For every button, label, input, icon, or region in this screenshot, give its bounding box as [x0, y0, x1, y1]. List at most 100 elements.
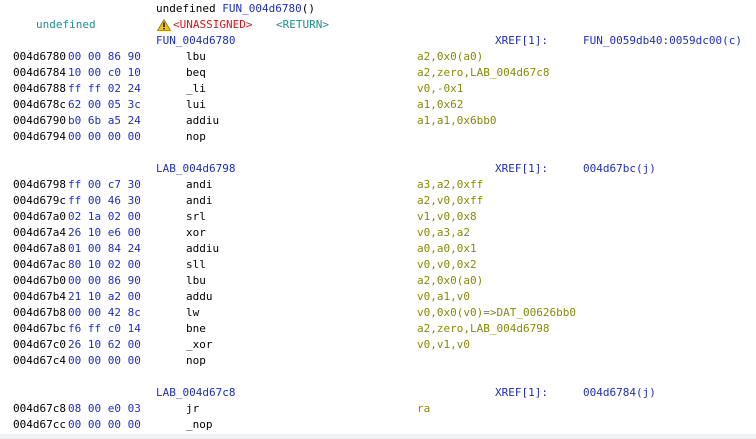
instruction-address[interactable]: 004d67a0 — [13, 209, 66, 225]
instruction-address[interactable]: 004d67c4 — [13, 353, 66, 369]
instruction-address[interactable]: 004d679c — [13, 193, 66, 209]
xref-target[interactable]: 004d67bc(j) — [583, 161, 656, 177]
label-row[interactable]: FUN_004d6780 XREF[1]: FUN_0059db40:0059dc0… — [0, 33, 756, 49]
instruction-row[interactable]: 004d6784 10 00 c0 10 beq a2,zero,LAB_004d67… — [0, 65, 756, 81]
instruction-address[interactable]: 004d678c — [13, 97, 66, 113]
instruction-bytes: ff 00 c7 30 — [68, 178, 141, 191]
code-label[interactable]: LAB_004d67c8 — [156, 385, 235, 401]
instruction-mnemonic[interactable]: _nop — [186, 417, 213, 433]
function-signature-row[interactable]: undefined FUN_004d6780() — [0, 1, 756, 17]
instruction-mnemonic[interactable]: beq — [186, 65, 206, 81]
instruction-mnemonic[interactable]: xor — [186, 225, 206, 241]
instruction-mnemonic[interactable]: addiu — [186, 113, 219, 129]
instruction-bytes: 00 00 86 90 — [68, 50, 141, 63]
instruction-mnemonic[interactable]: andi — [186, 177, 213, 193]
return-row[interactable]: undefined <UNASSIGNED> <RETURN> — [0, 17, 756, 33]
instruction-address[interactable]: 004d67c0 — [13, 337, 66, 353]
instruction-address[interactable]: 004d67a8 — [13, 241, 66, 257]
instruction-operands[interactable]: v0,a3,a2 — [417, 225, 470, 241]
instruction-bytes: ff 00 46 30 — [68, 194, 141, 207]
instruction-operands[interactable]: a1,a1,0x6bb0 — [417, 113, 496, 129]
instruction-row[interactable]: 004d67a8 01 00 84 24 addiu a0,a0,0x1 — [0, 241, 756, 257]
instruction-row[interactable]: 004d67b4 21 10 a2 00 addu v0,a1,v0 — [0, 289, 756, 305]
instruction-mnemonic[interactable]: _xor — [186, 337, 213, 353]
instruction-address[interactable]: 004d67bc — [13, 321, 66, 337]
instruction-bytes: 26 10 e6 00 — [68, 226, 141, 239]
instruction-operands[interactable]: ra — [417, 401, 430, 417]
instruction-mnemonic[interactable]: nop — [186, 129, 206, 145]
instruction-row[interactable]: 004d67a0 02 1a 02 00 srl v1,v0,0x8 — [0, 209, 756, 225]
instruction-operands[interactable]: v0,-0x1 — [417, 81, 463, 97]
instruction-operands[interactable]: v0,0x0(v0)=>DAT_00626bb0 — [417, 305, 576, 321]
instruction-row[interactable]: 004d6790 b0 6b a5 24 addiu a1,a1,0x6bb0 — [0, 113, 756, 129]
signature-function-name[interactable]: FUN_004d6780 — [222, 2, 301, 15]
instruction-mnemonic[interactable]: srl — [186, 209, 206, 225]
instruction-row[interactable]: 004d678c 62 00 05 3c lui a1,0x62 — [0, 97, 756, 113]
instruction-address[interactable]: 004d67b8 — [13, 305, 66, 321]
instruction-operands[interactable]: a0,a0,0x1 — [417, 241, 477, 257]
instruction-row[interactable]: 004d67a4 26 10 e6 00 xor v0,a3,a2 — [0, 225, 756, 241]
instruction-row[interactable]: 004d67c8 08 00 e0 03 jr ra — [0, 401, 756, 417]
instruction-address[interactable]: 004d6790 — [13, 113, 66, 129]
instruction-row[interactable]: 004d6794 00 00 00 00 nop — [0, 129, 756, 145]
instruction-address[interactable]: 004d6798 — [13, 177, 66, 193]
instruction-address[interactable]: 004d67b4 — [13, 289, 66, 305]
code-label[interactable]: FUN_004d6780 — [156, 33, 235, 49]
instruction-mnemonic[interactable]: andi — [186, 193, 213, 209]
instruction-operands[interactable]: a2,0x0(a0) — [417, 273, 483, 289]
instruction-address[interactable]: 004d6780 — [13, 49, 66, 65]
instruction-mnemonic[interactable]: lbu — [186, 273, 206, 289]
code-label[interactable]: LAB_004d6798 — [156, 161, 235, 177]
label-row[interactable]: LAB_004d6798 XREF[1]: 004d67bc(j) — [0, 161, 756, 177]
instruction-bytes: 00 00 42 8c — [68, 306, 141, 319]
instruction-row[interactable]: 004d67cc 00 00 00 00 _nop — [0, 417, 756, 433]
instruction-address[interactable]: 004d6784 — [13, 65, 66, 81]
instruction-operands[interactable]: v0,a1,v0 — [417, 289, 470, 305]
instruction-row[interactable]: 004d6780 00 00 86 90 lbu a2,0x0(a0) — [0, 49, 756, 65]
instruction-mnemonic[interactable]: addiu — [186, 241, 219, 257]
instruction-operands[interactable]: a1,0x62 — [417, 97, 463, 113]
instruction-row[interactable]: 004d67b8 00 00 42 8c lw v0,0x0(v0)=>DAT_006… — [0, 305, 756, 321]
instruction-row[interactable]: 004d67b0 00 00 86 90 lbu a2,0x0(a0) — [0, 273, 756, 289]
instruction-mnemonic[interactable]: bne — [186, 321, 206, 337]
instruction-row[interactable]: 004d67ac 80 10 02 00 sll v0,v0,0x2 — [0, 257, 756, 273]
instruction-mnemonic[interactable]: nop — [186, 353, 206, 369]
instruction-operands[interactable]: v0,v1,v0 — [417, 337, 470, 353]
instruction-row[interactable]: 004d679c ff 00 46 30 andi a2,v0,0xff — [0, 193, 756, 209]
instruction-address[interactable]: 004d67cc — [13, 417, 66, 433]
instruction-mnemonic[interactable]: sll — [186, 257, 206, 273]
instruction-row[interactable]: 004d67bc f6 ff c0 14 bne a2,zero,LAB_004d67… — [0, 321, 756, 337]
instruction-row[interactable]: 004d67c0 26 10 62 00 _xor v0,v1,v0 — [0, 337, 756, 353]
instruction-row[interactable]: 004d67c4 00 00 00 00 nop — [0, 353, 756, 369]
signature-prefix: undefined — [156, 2, 223, 15]
instruction-address[interactable]: 004d6788 — [13, 81, 66, 97]
instruction-operands[interactable]: a2,v0,0xff — [417, 193, 483, 209]
instruction-row[interactable]: 004d6788 ff ff 02 24 _li v0,-0x1 — [0, 81, 756, 97]
instruction-mnemonic[interactable]: addu — [186, 289, 213, 305]
instruction-address[interactable]: 004d67b0 — [13, 273, 66, 289]
xref-target[interactable]: 004d6784(j) — [583, 385, 656, 401]
instruction-operands[interactable]: a2,zero,LAB_004d6798 — [417, 321, 549, 337]
instruction-mnemonic[interactable]: _li — [186, 81, 206, 97]
instruction-address[interactable]: 004d67ac — [13, 257, 66, 273]
return-type: undefined — [36, 18, 96, 31]
horizontal-scrollbar[interactable] — [0, 434, 756, 439]
instruction-operands[interactable]: v0,v0,0x2 — [417, 257, 477, 273]
label-row[interactable]: LAB_004d67c8 XREF[1]: 004d6784(j) — [0, 385, 756, 401]
instruction-bytes: 21 10 a2 00 — [68, 290, 141, 303]
instruction-address[interactable]: 004d6794 — [13, 129, 66, 145]
instruction-operands[interactable]: v1,v0,0x8 — [417, 209, 477, 225]
instruction-operands[interactable]: a2,zero,LAB_004d67c8 — [417, 65, 549, 81]
instruction-mnemonic[interactable]: jr — [186, 401, 199, 417]
xref-target[interactable]: FUN_0059db40:0059dc00(c) — [583, 33, 742, 49]
instruction-address[interactable]: 004d67a4 — [13, 225, 66, 241]
instruction-mnemonic[interactable]: lui — [186, 97, 206, 113]
instruction-operands[interactable]: a2,0x0(a0) — [417, 49, 483, 65]
instruction-mnemonic[interactable]: lw — [186, 305, 199, 321]
instruction-mnemonic[interactable]: lbu — [186, 49, 206, 65]
instruction-address[interactable]: 004d67c8 — [13, 401, 66, 417]
instruction-bytes: 00 00 00 00 — [68, 354, 141, 367]
instruction-operands[interactable]: a3,a2,0xff — [417, 177, 483, 193]
instruction-bytes: b0 6b a5 24 — [68, 114, 141, 127]
instruction-row[interactable]: 004d6798 ff 00 c7 30 andi a3,a2,0xff — [0, 177, 756, 193]
